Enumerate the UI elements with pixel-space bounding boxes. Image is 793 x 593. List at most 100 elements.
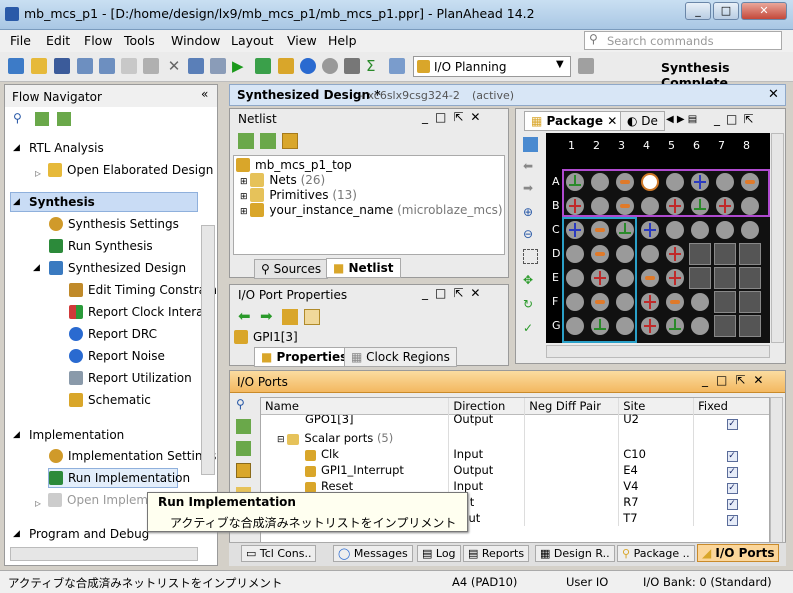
delete-icon[interactable]: ✕	[166, 58, 182, 74]
collapse-all-icon[interactable]	[35, 112, 49, 126]
maximize-button[interactable]: □	[713, 2, 739, 20]
package-pin[interactable]	[714, 315, 736, 337]
tab-io-ports[interactable]: ◢ I/O Ports	[697, 544, 780, 562]
nav-run-synthesis[interactable]: Run Synthesis	[49, 239, 153, 253]
table-row-group[interactable]: ⊟ Scalar ports (5)	[261, 430, 769, 446]
panel-controls-icon[interactable]: _□⇱	[714, 112, 759, 126]
package-pin[interactable]	[739, 315, 761, 337]
gear-icon[interactable]	[322, 58, 338, 74]
nav-report-clock[interactable]: Report Clock Interact	[69, 305, 215, 319]
panel-controls-icon[interactable]: _□⇱✕	[702, 373, 771, 387]
expand-all-icon[interactable]	[260, 133, 276, 149]
netlist-nets[interactable]: ⊞ Nets (26)	[240, 173, 325, 187]
package-pin[interactable]	[689, 219, 711, 241]
undo-icon[interactable]	[77, 58, 93, 74]
forward-arrow-icon[interactable]: ➡	[523, 181, 533, 195]
table-row[interactable]: GPO1[3] Output U2 ✓	[261, 413, 769, 430]
package-pin[interactable]	[664, 267, 686, 289]
pan-icon[interactable]: ✥	[523, 273, 533, 287]
package-pin[interactable]	[739, 219, 761, 241]
tab-design-runs[interactable]: ▦ Design R..	[535, 545, 615, 562]
expand-all-icon[interactable]	[57, 112, 71, 126]
collapse-icon[interactable]: «	[201, 87, 208, 101]
tab-properties[interactable]: ■ Properties	[254, 347, 355, 367]
panel-controls-icon[interactable]: _□⇱✕	[422, 286, 487, 300]
back-arrow-icon[interactable]: ⬅	[523, 159, 533, 173]
netlist-top[interactable]: mb_mcs_p1_top	[236, 158, 352, 172]
search-icon[interactable]: ⚲	[13, 111, 22, 125]
fixed-checkbox[interactable]: ✓	[726, 482, 738, 494]
package-pin[interactable]	[739, 267, 761, 289]
nav-implementation-settings[interactable]: Implementation Settings	[49, 449, 216, 463]
minimize-button[interactable]: _	[685, 2, 711, 20]
expand-arrow-icon[interactable]: ◢	[13, 529, 20, 539]
panel-controls-icon[interactable]: _□⇱✕	[422, 110, 487, 124]
run-icon[interactable]: ▶	[232, 58, 248, 74]
expand-arrow-icon[interactable]: ◢	[13, 430, 20, 440]
menu-window[interactable]: Window	[171, 33, 220, 48]
schematic-icon[interactable]	[278, 58, 294, 74]
select-area-icon[interactable]	[523, 249, 538, 264]
nav-implementation[interactable]: Implementation	[29, 428, 124, 442]
zoom-fit-icon[interactable]	[523, 137, 538, 152]
zoom-in-icon[interactable]: ⊕	[523, 205, 533, 219]
tab-log[interactable]: ▤ Log	[417, 545, 461, 562]
collapse-all-icon[interactable]	[238, 133, 254, 149]
tab-reports[interactable]: ▤ Reports	[463, 545, 530, 562]
tab-netlist[interactable]: ■ Netlist	[326, 258, 401, 278]
wand-icon[interactable]	[578, 58, 594, 74]
package-pin[interactable]	[714, 243, 736, 265]
nav-run-implementation[interactable]: Run Implementation	[49, 471, 190, 485]
package-pin[interactable]	[639, 219, 661, 241]
close-icon[interactable]: ✕	[607, 114, 617, 128]
package-pin[interactable]	[714, 219, 736, 241]
properties-icon[interactable]	[188, 58, 204, 74]
forward-arrow-icon[interactable]: ➡	[260, 307, 273, 325]
expand-arrow-icon[interactable]: ◢	[33, 263, 40, 273]
nav-open-elaborated[interactable]: ▹ Open Elaborated Design	[35, 163, 213, 180]
nav-report-drc[interactable]: Report DRC	[69, 327, 157, 341]
check-icon[interactable]	[300, 58, 316, 74]
menu-help[interactable]: Help	[328, 33, 357, 48]
group-icon[interactable]	[236, 463, 251, 478]
package-pin[interactable]	[714, 291, 736, 313]
expand-arrow-icon[interactable]: ◢	[13, 197, 20, 207]
tab-clock-regions[interactable]: ▦ Clock Regions	[344, 347, 457, 367]
col-fixed[interactable]: Fixed	[693, 398, 769, 414]
show-hierarchy-icon[interactable]	[282, 133, 298, 149]
nav-open-implemented[interactable]: ▹ Open Implemer	[35, 493, 160, 510]
nav-synthesis-settings[interactable]: Synthesis Settings	[49, 217, 179, 231]
nav-report-utilization[interactable]: Report Utilization	[69, 371, 192, 385]
search-icon[interactable]: ⚲	[236, 397, 245, 411]
pointer-icon[interactable]	[304, 309, 320, 325]
close-button[interactable]: ✕	[741, 2, 787, 20]
package-pin[interactable]	[639, 243, 661, 265]
report-icon[interactable]	[389, 58, 405, 74]
open-icon[interactable]	[31, 58, 47, 74]
menu-flow[interactable]: Flow	[84, 33, 113, 48]
fixed-checkbox[interactable]: ✓	[726, 450, 738, 462]
menu-edit[interactable]: Edit	[46, 33, 70, 48]
collapse-all-icon[interactable]	[236, 419, 251, 434]
close-icon[interactable]: ✕	[768, 87, 779, 102]
menu-tools[interactable]: Tools	[124, 33, 155, 48]
package-pin[interactable]	[689, 267, 711, 289]
expand-arrow-icon[interactable]: ◢	[13, 143, 20, 153]
package-pin[interactable]	[639, 315, 661, 337]
nav-program-debug[interactable]: Program and Debug	[29, 527, 149, 541]
fixed-checkbox[interactable]: ✓	[726, 498, 738, 510]
paste-icon[interactable]	[143, 58, 159, 74]
tab-nav-arrows-icon[interactable]: ◀ ▶ ▤	[666, 114, 697, 125]
tab-sources[interactable]: ⚲ Sources	[254, 259, 329, 279]
nav-hscrollbar[interactable]	[10, 547, 198, 561]
package-pin[interactable]	[639, 291, 661, 313]
nav-scrollbar[interactable]	[201, 225, 215, 475]
package-pin[interactable]	[739, 243, 761, 265]
package-vscroll[interactable]	[771, 133, 784, 343]
tab-package[interactable]: ▦ Package ✕	[524, 111, 625, 131]
package-pin[interactable]	[689, 291, 711, 313]
package-pin[interactable]	[739, 291, 761, 313]
search-box[interactable]: ⚲ Search commands	[584, 31, 782, 50]
nav-rtl-analysis[interactable]: RTL Analysis	[29, 141, 104, 155]
package-pin[interactable]	[664, 219, 686, 241]
